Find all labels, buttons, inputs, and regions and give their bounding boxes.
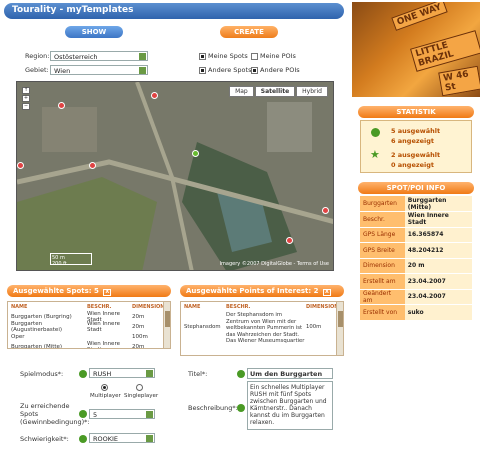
andere-spots-checkbox[interactable]: Andere Spots <box>199 66 251 74</box>
map-zoom-controls[interactable]: ↑ + − <box>22 86 34 111</box>
meine-pois-checkbox[interactable]: Meine POIs <box>251 52 296 60</box>
radio-singleplayer[interactable]: Singleplayer <box>124 384 158 399</box>
help-icon[interactable] <box>237 404 245 412</box>
tab-map[interactable]: Map <box>229 86 254 97</box>
spots-list[interactable]: NAME BESCHR. DIMENSION Burggarten (Burgrin… <box>7 301 171 349</box>
spot-marker[interactable] <box>58 102 65 109</box>
map-scale: 50 m 200 ft <box>50 253 92 267</box>
gebiet-select[interactable]: Wien <box>50 65 148 75</box>
titel-input[interactable]: Um den Burggarten <box>247 368 333 379</box>
help-icon[interactable] <box>79 370 87 378</box>
pois-section-header: Ausgewählte Points of Interest: 2 X <box>180 285 344 297</box>
chevron-down-icon <box>139 67 146 74</box>
spot-marker[interactable] <box>17 162 24 169</box>
show-button[interactable]: SHOW <box>65 26 123 38</box>
pois-list[interactable]: NAME BESCHR. DIMENSION Stephansdom Der Ste… <box>180 301 344 356</box>
spot-marker[interactable] <box>89 162 96 169</box>
meine-spots-checkbox[interactable]: Meine Spots <box>199 52 248 60</box>
satellite-map[interactable]: ↑ + − Map Satellite Hybrid 50 m 200 ft Imag… <box>16 81 334 271</box>
chevron-down-icon <box>146 370 153 377</box>
scrollbar[interactable] <box>163 302 170 348</box>
info-row: Burggarten Burggarten (Mitte) <box>360 196 472 212</box>
spot-info-table: Burggarten Burggarten (Mitte) Beschr. Wien … <box>360 196 472 321</box>
header-photo: ONE WAY LITTLE BRAZIL W 46 St <box>352 2 480 97</box>
spot-marker[interactable] <box>151 92 158 99</box>
statistik-header: STATISTIK <box>358 106 474 118</box>
spot-icon <box>371 128 380 137</box>
info-row: Beschr. Wien Innere Stadt <box>360 211 472 228</box>
help-icon[interactable] <box>79 435 87 443</box>
beschreibung-textarea[interactable]: Ein schnelles Multiplayer RUSH mit fünf … <box>247 381 333 430</box>
spot-marker[interactable] <box>286 237 293 244</box>
spot-info-header: SPOT/POI INFO <box>358 182 474 194</box>
region-select[interactable]: Ostösterreich <box>50 51 148 61</box>
poi-row[interactable]: Stephansdom Der Stephansdom im Zentrum v… <box>181 312 343 352</box>
region-label: Region: <box>25 52 50 60</box>
photo-sign: LITTLE BRAZIL <box>410 30 480 72</box>
page: Tourality - myTemplates SHOW CREATE Regi… <box>0 0 482 450</box>
info-row: Geändert am 23.04.2007 <box>360 289 472 305</box>
beschreibung-label: Beschreibung*: <box>188 404 238 412</box>
info-row: GPS Länge 16.365874 <box>360 227 472 243</box>
photo-sign: ONE WAY <box>391 2 448 31</box>
help-icon[interactable] <box>237 370 245 378</box>
spots-count-label: Zu erreichende Spots (Gewinnbedingung)*: <box>20 402 90 426</box>
spots-count-select[interactable]: 5 <box>89 409 155 419</box>
star-icon: ★ <box>370 148 380 161</box>
close-icon[interactable]: X <box>103 289 112 296</box>
region-value: Ostösterreich <box>54 53 98 61</box>
info-row: Erstellt am 23.04.2007 <box>360 273 472 290</box>
poi-marker[interactable] <box>192 150 199 157</box>
andere-pois-checkbox[interactable]: Andere POIs <box>251 66 300 74</box>
map-copyright: Imagery ©2007 DigitalGlobe - Terms of Us… <box>219 261 329 267</box>
spot-marker[interactable] <box>322 207 329 214</box>
schwierigkeit-select[interactable]: ROOKIE <box>89 433 155 443</box>
chevron-down-icon <box>146 435 153 442</box>
photo-sign: W 46 St <box>438 65 480 97</box>
info-row: GPS Breite 48.204212 <box>360 242 472 259</box>
spot-row[interactable]: Burggarten (Mitte)Wien Innere Stadt20m <box>8 341 170 348</box>
titel-label: Titel*: <box>188 370 208 378</box>
info-row: Erstellt von suko <box>360 304 472 321</box>
spielmodus-label: Spielmodus*: <box>20 370 64 378</box>
schwierigkeit-label: Schwierigkeit*: <box>20 435 69 443</box>
chevron-down-icon <box>139 53 146 60</box>
create-button[interactable]: CREATE <box>220 26 278 38</box>
spots-section-header: Ausgewählte Spots: 5 X <box>7 285 171 297</box>
help-icon[interactable] <box>79 410 87 418</box>
gebiet-value: Wien <box>54 67 71 75</box>
tab-satellite[interactable]: Satellite <box>254 86 296 97</box>
scrollbar[interactable] <box>336 302 343 355</box>
map-type-tabs[interactable]: Map Satellite Hybrid <box>229 86 328 97</box>
gebiet-label: Gebiet: <box>25 66 49 74</box>
info-row: Dimension 20 m <box>360 258 472 274</box>
statistik-panel: 5 ausgewählt 6 angezeigt ★ 2 ausgewählt 0 a… <box>360 120 472 173</box>
chevron-down-icon <box>146 411 153 418</box>
tab-hybrid[interactable]: Hybrid <box>296 86 328 97</box>
window-title: Tourality - myTemplates <box>4 3 344 19</box>
close-icon[interactable]: X <box>322 289 331 296</box>
spot-row[interactable]: Burggarten (Augustinerbastei) Wien Innere… <box>8 321 170 333</box>
radio-multiplayer[interactable]: Multiplayer <box>90 384 121 399</box>
spielmodus-select[interactable]: RUSH <box>89 368 155 378</box>
